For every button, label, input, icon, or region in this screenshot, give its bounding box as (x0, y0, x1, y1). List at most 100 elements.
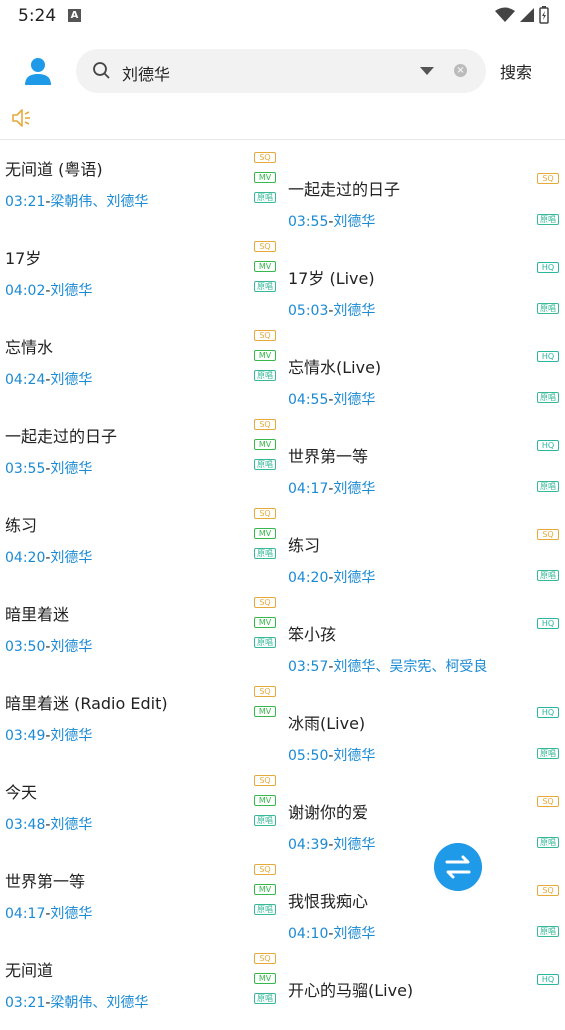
song-meta: 04:17-刘德华 (288, 478, 375, 498)
badge-mv: MV (254, 706, 276, 717)
top-bar: 刘德华 × 搜索 (0, 45, 565, 97)
wifi-icon (495, 7, 515, 22)
badge-orig: 原唱 (254, 370, 276, 381)
song-item[interactable]: 世界第一等 04:17-刘德华 HQ 原唱 (283, 407, 565, 498)
song-item[interactable]: 无间道 03:21-梁朝伟、刘德华 SQ MV 原唱 (0, 941, 282, 1030)
song-artist[interactable]: 梁朝伟、刘德华 (50, 995, 148, 1011)
song-artist[interactable]: 刘德华 (50, 372, 92, 388)
song-duration: 04:10 (288, 926, 329, 942)
clear-icon[interactable]: × (454, 64, 467, 77)
song-duration: 03:48 (5, 817, 46, 833)
search-box[interactable]: 刘德华 × (76, 49, 486, 93)
song-duration: 03:49 (5, 728, 46, 744)
song-title: 今天 (5, 783, 38, 802)
badge-hq: HQ (537, 707, 559, 718)
song-meta: 03:57-刘德华、吴宗宪、柯受良 (288, 656, 487, 676)
search-input[interactable]: 刘德华 (122, 61, 170, 85)
badge-orig: 原唱 (537, 481, 559, 492)
badge-orig: 原唱 (254, 281, 276, 292)
song-meta: 04:20-刘德华 (5, 547, 92, 567)
badge-orig: 原唱 (537, 570, 559, 581)
song-item[interactable]: 世界第一等 04:17-刘德华 SQ MV 原唱 (0, 852, 282, 941)
notification-a-icon: A (68, 9, 81, 22)
song-artist[interactable]: 刘德华 (333, 303, 375, 319)
song-duration: 04:20 (288, 570, 329, 586)
badge-orig: 原唱 (254, 192, 276, 203)
song-artist[interactable]: 刘德华 (333, 392, 375, 408)
song-item[interactable]: 无间道 (粤语) 03:21-梁朝伟、刘德华 SQ MV 原唱 (0, 140, 282, 229)
song-item[interactable]: 一起走过的日子 03:55-刘德华 SQ 原唱 (283, 140, 565, 230)
badge-sq: SQ (254, 686, 276, 697)
song-artist[interactable]: 刘德华 (50, 906, 92, 922)
song-artist[interactable]: 刘德华 (50, 728, 92, 744)
person-icon[interactable] (22, 55, 54, 87)
song-artist[interactable]: 刘德华 (50, 817, 92, 833)
song-duration: 04:20 (5, 550, 46, 566)
song-artist[interactable]: 刘德华 (50, 639, 92, 655)
song-item[interactable]: 练习 04:20-刘德华 SQ 原唱 (283, 496, 565, 586)
song-duration: 04:39 (288, 837, 329, 853)
song-item[interactable]: 练习 04:20-刘德华 SQ MV 原唱 (0, 496, 282, 585)
song-item[interactable]: 忘情水 04:24-刘德华 SQ MV 原唱 (0, 318, 282, 407)
badge-orig: 原唱 (537, 303, 559, 314)
song-title: 谢谢你的爱 (288, 803, 369, 822)
song-meta: 04:02-刘德华 (5, 280, 92, 300)
song-item[interactable]: 谢谢你的爱 04:39-刘德华 SQ 原唱 (283, 763, 565, 854)
song-meta: 03:21-梁朝伟、刘德华 (5, 191, 148, 211)
song-artist[interactable]: 刘德华 (333, 570, 375, 586)
song-item[interactable]: 17岁 04:02-刘德华 SQ MV 原唱 (0, 229, 282, 318)
badge-orig: 原唱 (537, 837, 559, 848)
search-button[interactable]: 搜索 (500, 59, 532, 83)
song-title: 练习 (288, 536, 321, 555)
dropdown-arrow-icon[interactable] (420, 67, 434, 75)
speaker-icon[interactable] (10, 107, 34, 129)
song-item[interactable]: 暗里着迷 (Radio Edit) 03:49-刘德华 SQ MV (0, 674, 282, 763)
song-duration: 04:17 (288, 481, 329, 497)
badge-mv: MV (254, 795, 276, 806)
song-item[interactable]: 冰雨(Live) 05:50-刘德华 HQ 原唱 (283, 674, 565, 764)
badge-orig: 原唱 (254, 904, 276, 915)
song-artist[interactable]: 刘德华、吴宗宪、柯受良 (333, 659, 487, 675)
song-artist[interactable]: 刘德华 (50, 550, 92, 566)
song-artist[interactable]: 刘德华 (333, 481, 375, 497)
badge-orig: 原唱 (537, 392, 559, 403)
song-duration: 04:55 (288, 392, 329, 408)
song-meta: 04:55-刘德华 (288, 389, 375, 409)
song-item[interactable]: 笨小孩 03:57-刘德华、吴宗宪、柯受良 HQ (283, 585, 565, 676)
song-item[interactable]: 17岁 (Live) 05:03-刘德华 HQ 原唱 (283, 229, 565, 319)
song-title: 一起走过的日子 (288, 180, 401, 199)
song-artist[interactable]: 刘德华 (50, 461, 92, 477)
song-meta: 04:39-刘德华 (288, 834, 375, 854)
song-title: 忘情水(Live) (288, 358, 382, 377)
song-title: 练习 (5, 516, 38, 535)
song-title: 暗里着迷 (5, 605, 70, 624)
badge-sq: SQ (537, 796, 559, 807)
badge-mv: MV (254, 172, 276, 183)
badge-sq: SQ (254, 953, 276, 964)
song-item[interactable]: 暗里着迷 03:50-刘德华 SQ MV 原唱 (0, 585, 282, 674)
song-title: 世界第一等 (5, 872, 86, 891)
song-item[interactable]: 忘情水(Live) 04:55-刘德华 HQ 原唱 (283, 318, 565, 409)
song-artist[interactable]: 刘德华 (333, 214, 375, 230)
song-artist[interactable]: 梁朝伟、刘德华 (50, 194, 148, 210)
song-artist[interactable]: 刘德华 (333, 926, 375, 942)
song-meta: 03:50-刘德华 (5, 636, 92, 656)
song-item[interactable]: 一起走过的日子 03:55-刘德华 SQ MV 原唱 (0, 407, 282, 496)
song-duration: 03:55 (288, 214, 329, 230)
song-artist[interactable]: 刘德华 (333, 748, 375, 764)
swap-icon[interactable] (434, 843, 482, 891)
song-artist[interactable]: 刘德华 (50, 283, 92, 299)
song-item[interactable]: 今天 03:48-刘德华 SQ MV 原唱 (0, 763, 282, 852)
badge-orig: 原唱 (254, 548, 276, 559)
song-duration: 03:21 (5, 995, 46, 1011)
badge-orig: 原唱 (254, 459, 276, 470)
badge-orig: 原唱 (537, 926, 559, 937)
song-title: 17岁 (Live) (288, 269, 375, 288)
song-artist[interactable]: 刘德华 (333, 837, 375, 853)
song-item[interactable]: 我恨我痴心 04:10-刘德华 SQ 原唱 (283, 852, 565, 942)
badge-hq: HQ (537, 262, 559, 273)
battery-icon (539, 6, 549, 24)
badge-orig: 原唱 (537, 748, 559, 759)
song-title: 无间道 (5, 961, 54, 980)
song-item[interactable]: 开心的马骝(Live) HQ (283, 941, 565, 1030)
